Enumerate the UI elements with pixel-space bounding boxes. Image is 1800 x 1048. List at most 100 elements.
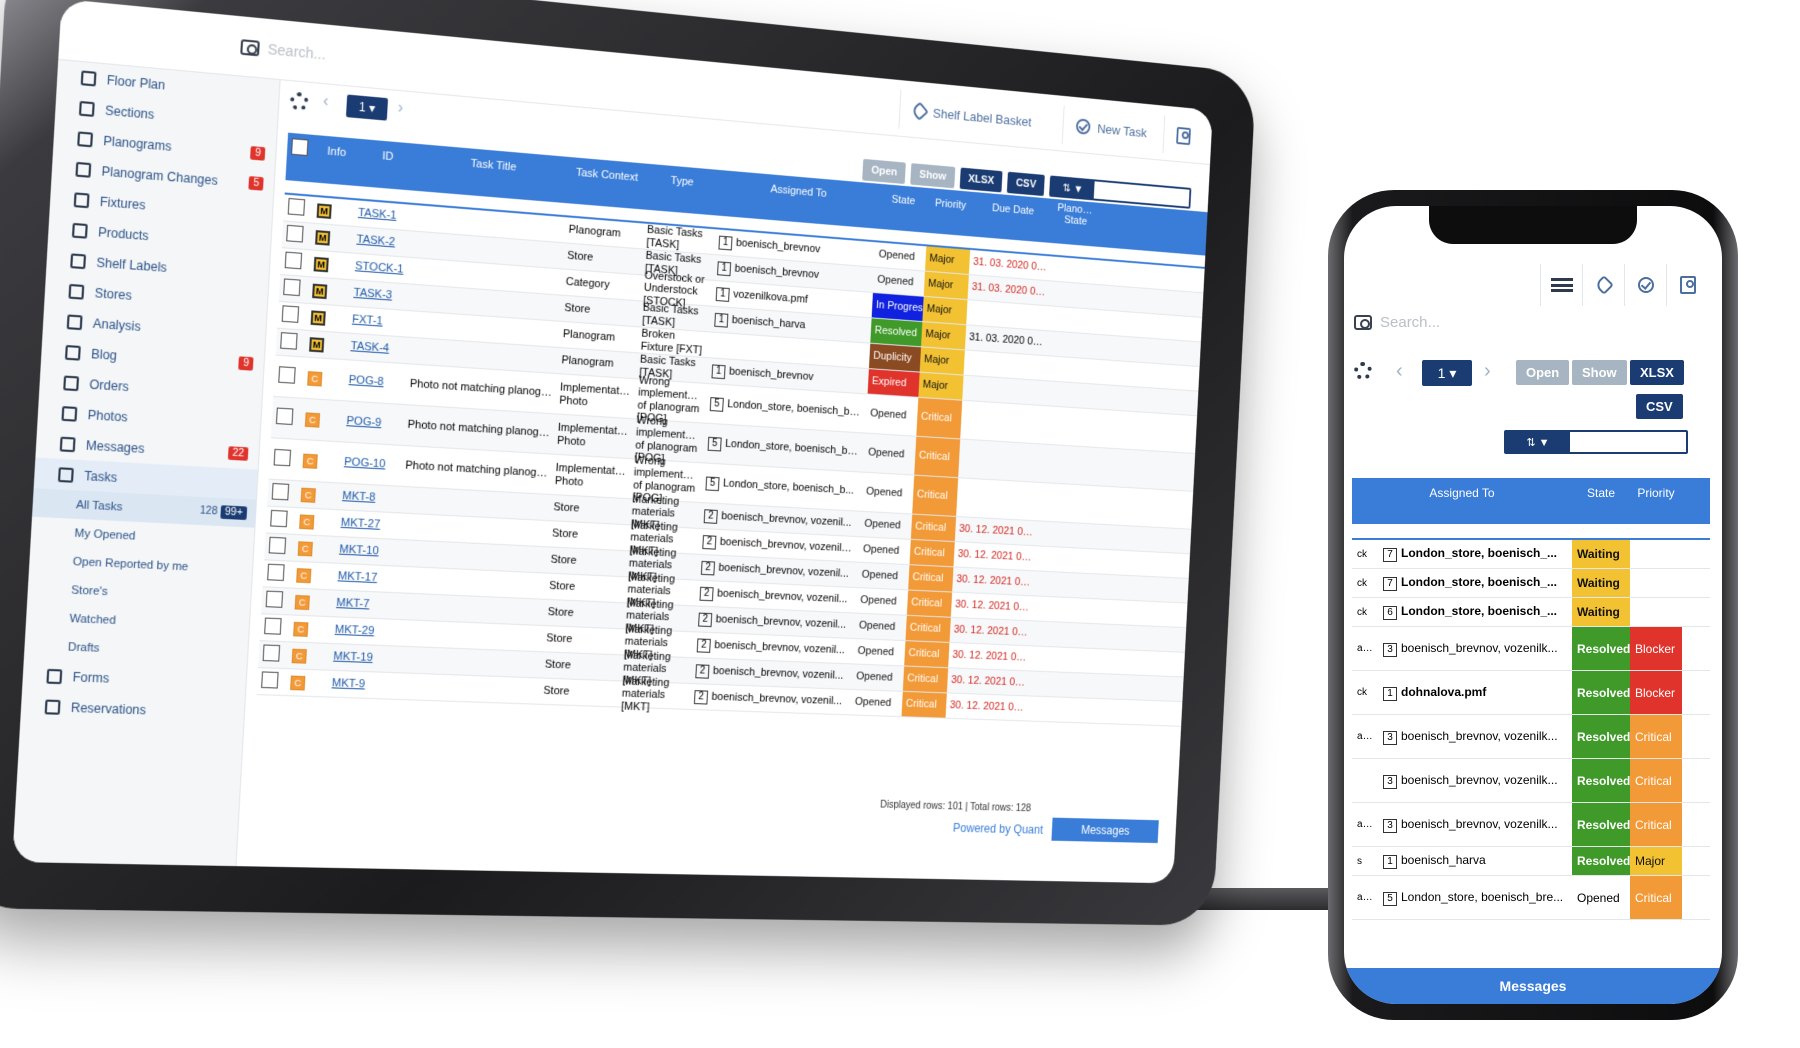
task-id-link[interactable]: STOCK-1 bbox=[351, 260, 413, 277]
checkbox[interactable] bbox=[278, 366, 296, 384]
table-row[interactable]: ck 7 London_store, boenisch_... Waiting bbox=[1352, 569, 1710, 598]
task-id-link[interactable]: MKT-27 bbox=[336, 517, 398, 532]
checkbox[interactable] bbox=[275, 407, 294, 425]
open-button[interactable]: Open bbox=[862, 158, 907, 185]
chevron-left-icon[interactable]: ‹ bbox=[323, 92, 329, 111]
row-checkbox-cell[interactable] bbox=[272, 407, 302, 428]
page-selector[interactable]: 1 ▾ bbox=[345, 94, 389, 121]
checkbox[interactable] bbox=[271, 482, 290, 501]
row-checkbox-cell[interactable] bbox=[261, 590, 291, 611]
camera-icon[interactable] bbox=[240, 38, 260, 56]
col-assigned-to[interactable]: Assigned To bbox=[1352, 486, 1572, 500]
xlsx-button[interactable]: XLSX bbox=[959, 167, 1003, 193]
col-state[interactable]: State bbox=[1572, 486, 1630, 500]
column-header[interactable]: Due Date bbox=[972, 201, 1054, 220]
powered-by[interactable]: Powered by Quant bbox=[953, 821, 1044, 837]
checkbox[interactable] bbox=[273, 448, 292, 467]
table-row[interactable]: s 1 boenisch_harva Resolved Major bbox=[1352, 847, 1710, 876]
column-header[interactable]: Type bbox=[646, 173, 719, 191]
messages-bar[interactable]: Messages bbox=[1051, 817, 1159, 844]
checkbox[interactable] bbox=[265, 590, 284, 608]
col-priority[interactable]: Priority bbox=[1630, 486, 1682, 500]
show-button[interactable]: Show bbox=[1572, 360, 1627, 385]
chevron-left-icon[interactable]: ‹ bbox=[1396, 360, 1403, 383]
new-task-button[interactable] bbox=[1624, 264, 1666, 306]
task-id-link[interactable]: MKT-29 bbox=[330, 624, 392, 639]
task-id-link[interactable]: TASK-3 bbox=[349, 287, 411, 304]
task-id-link[interactable]: POG-9 bbox=[342, 415, 404, 431]
table-row[interactable]: ck 1 dohnalova.pmf Resolved Blocker bbox=[1352, 671, 1710, 715]
row-checkbox-cell[interactable] bbox=[276, 332, 306, 354]
checkbox[interactable] bbox=[262, 644, 281, 662]
shelf-label-button[interactable] bbox=[1582, 264, 1624, 306]
task-id-link[interactable]: TASK-4 bbox=[346, 340, 408, 356]
sort-filter-icon[interactable]: ⇅ ▼ bbox=[1050, 177, 1095, 199]
checkbox[interactable] bbox=[270, 509, 288, 528]
row-checkbox-cell[interactable] bbox=[257, 671, 287, 692]
search-bar[interactable]: Search... bbox=[1354, 314, 1440, 331]
checkbox[interactable] bbox=[284, 251, 303, 270]
open-button[interactable]: Open bbox=[1516, 360, 1570, 385]
row-checkbox-cell[interactable] bbox=[279, 278, 309, 300]
table-row[interactable]: ation 5 London_store, boenisch_bre... Opene… bbox=[1352, 876, 1710, 920]
messages-bar[interactable]: Messages bbox=[1344, 968, 1722, 1004]
csv-button[interactable]: CSV bbox=[1007, 171, 1045, 197]
page-selector[interactable]: 1 ▾ bbox=[1422, 360, 1472, 386]
task-id-link[interactable]: POG-8 bbox=[344, 374, 406, 390]
task-id-link[interactable]: MKT-8 bbox=[338, 490, 400, 506]
profile-button[interactable] bbox=[1666, 264, 1708, 306]
column-header[interactable]: Assigned To bbox=[718, 179, 879, 204]
checkbox[interactable] bbox=[287, 197, 306, 216]
column-header[interactable]: ID bbox=[357, 148, 419, 166]
new-task-button[interactable]: New Task bbox=[1061, 105, 1161, 153]
table-row[interactable]: ation 3 boenisch_brevnov, vozenilk... Resol… bbox=[1352, 627, 1710, 671]
task-id-link[interactable]: MKT-19 bbox=[329, 651, 391, 666]
row-checkbox-cell[interactable] bbox=[260, 617, 290, 638]
chevron-right-icon[interactable]: › bbox=[1484, 360, 1491, 383]
table-row[interactable]: ck 7 London_store, boenisch_... Waiting bbox=[1352, 540, 1710, 569]
row-checkbox-cell[interactable] bbox=[283, 197, 313, 220]
chevron-right-icon[interactable]: › bbox=[397, 99, 403, 118]
row-checkbox-cell[interactable] bbox=[282, 224, 312, 246]
csv-button[interactable]: CSV bbox=[1636, 394, 1683, 419]
table-row[interactable]: ation 3 boenisch_brevnov, vozenilk... Resol… bbox=[1352, 715, 1710, 759]
menu-button[interactable] bbox=[1540, 264, 1582, 306]
search-placeholder[interactable]: Search... bbox=[1380, 314, 1440, 331]
show-button[interactable]: Show bbox=[910, 163, 955, 189]
column-header[interactable]: Planogram State bbox=[1053, 202, 1099, 229]
checkbox[interactable] bbox=[267, 563, 285, 581]
xlsx-button[interactable]: XLSX bbox=[1630, 360, 1684, 385]
gear-icon[interactable] bbox=[1354, 362, 1372, 380]
column-header[interactable]: Task Context bbox=[568, 166, 647, 185]
checkbox[interactable] bbox=[280, 332, 298, 350]
camera-icon[interactable] bbox=[1354, 315, 1372, 330]
task-id-link[interactable]: MKT-7 bbox=[332, 597, 394, 612]
row-checkbox-cell[interactable] bbox=[266, 509, 296, 531]
sidebar-item[interactable]: Reservations bbox=[20, 690, 245, 728]
gear-icon[interactable] bbox=[289, 91, 310, 112]
column-header[interactable]: Priority bbox=[928, 197, 972, 212]
task-id-link[interactable]: MKT-17 bbox=[333, 570, 395, 585]
shelf-label-basket-button[interactable]: Shelf Label Basket bbox=[897, 89, 1045, 143]
checkbox[interactable] bbox=[291, 138, 309, 157]
select-all-checkbox[interactable] bbox=[287, 138, 317, 160]
table-row[interactable]: ck 6 London_store, boenisch_... Waiting bbox=[1352, 598, 1710, 627]
row-checkbox-cell[interactable] bbox=[258, 644, 288, 665]
row-checkbox-cell[interactable] bbox=[269, 448, 299, 470]
row-checkbox-cell[interactable] bbox=[264, 536, 294, 558]
profile-button[interactable] bbox=[1162, 115, 1204, 157]
row-checkbox-cell[interactable] bbox=[277, 305, 307, 327]
table-row[interactable]: ation 3 boenisch_brevnov, vozenilk... Resol… bbox=[1352, 803, 1710, 847]
checkbox[interactable] bbox=[286, 224, 304, 243]
checkbox[interactable] bbox=[264, 617, 282, 635]
table-row[interactable]: 3 boenisch_brevnov, vozenilk... Resolved Cr… bbox=[1352, 759, 1710, 803]
task-id-link[interactable]: POG-10 bbox=[340, 456, 402, 472]
column-header[interactable]: Info bbox=[316, 144, 358, 160]
task-id-link[interactable]: TASK-2 bbox=[352, 233, 414, 250]
task-id-link[interactable]: TASK-1 bbox=[354, 207, 416, 224]
row-checkbox-cell[interactable] bbox=[263, 563, 293, 584]
task-id-link[interactable]: MKT-10 bbox=[335, 544, 397, 559]
sort-filter-icon[interactable]: ⇅ ▼ bbox=[1506, 432, 1570, 452]
row-checkbox-cell[interactable] bbox=[280, 251, 310, 273]
row-checkbox-cell[interactable] bbox=[274, 366, 304, 388]
